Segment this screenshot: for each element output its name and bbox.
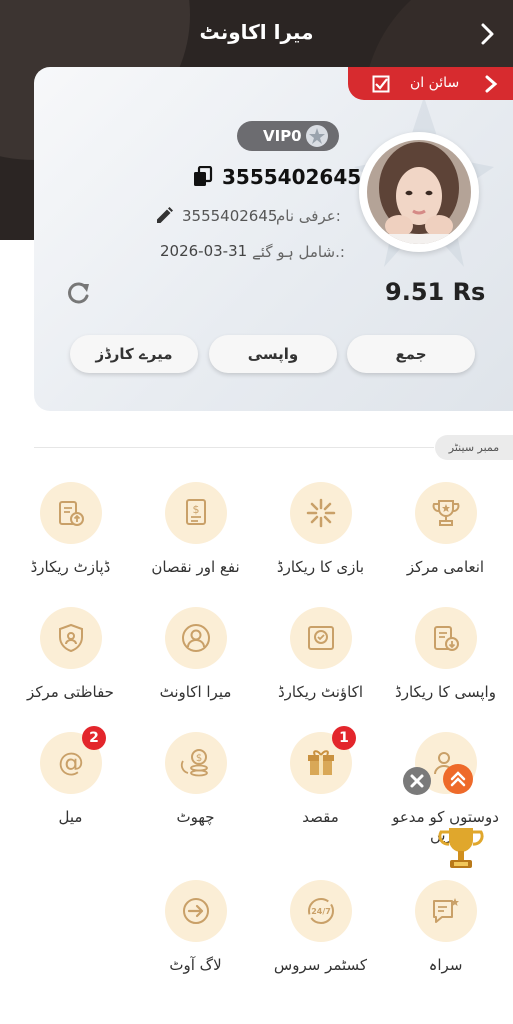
withdraw-record-icon	[434, 626, 459, 651]
grid-item-deposit-record[interactable]: ڈپازٹ ریکارڈ	[8, 482, 133, 592]
svg-text:@: @	[58, 748, 84, 778]
joined-date: 2026-03-31	[160, 242, 248, 260]
grid-item-label: انعامی مرکز	[406, 558, 485, 576]
close-icon	[410, 774, 424, 788]
svg-text:$: $	[193, 503, 200, 516]
grid-item-label: میل	[58, 808, 83, 826]
grid-item-logout[interactable]: لاگ آوٹ	[133, 880, 258, 990]
double-chevron-up-icon	[450, 771, 466, 787]
grid-item-label: کسٹمر سروس	[273, 956, 368, 974]
grid-item-rewards-center[interactable]: انعامی مرکز	[383, 482, 508, 592]
copy-icon[interactable]	[192, 166, 214, 188]
vip-badge[interactable]: VIP0	[237, 121, 339, 151]
gift-icon	[308, 750, 334, 775]
svg-text:$: $	[196, 753, 202, 764]
grid-item-label: سراہ	[428, 956, 463, 974]
coins-icon: $	[180, 749, 208, 777]
scroll-up-button[interactable]	[443, 764, 473, 794]
grid-item-my-account[interactable]: میرا اکاونٹ	[133, 607, 258, 717]
account-record-icon	[308, 626, 334, 650]
mail-icon: @	[58, 748, 84, 778]
close-floating-button[interactable]	[403, 767, 431, 795]
grid-item-feedback[interactable]: سراہ	[383, 880, 508, 990]
grid-item-mail[interactable]: @ 2 میل	[8, 726, 133, 842]
vip-level: VIP0	[263, 127, 302, 145]
grid-item-label: ڈپازٹ ریکارڈ	[30, 558, 111, 576]
support-icon: 24/7	[308, 898, 334, 924]
avatar[interactable]	[359, 132, 479, 252]
grid-item-label: واپسی کا ریکارڈ	[395, 683, 496, 701]
grid-item-label: لاگ آوٹ	[169, 956, 222, 974]
medal-icon	[306, 125, 328, 147]
logout-icon	[183, 898, 209, 924]
avatar-photo	[367, 140, 471, 244]
floating-trophy-icon[interactable]	[437, 824, 485, 874]
grid-item-label: چھوٹ	[176, 808, 215, 826]
grid-item-label: میرا اکاونٹ	[159, 683, 232, 701]
withdraw-button[interactable]: واپسی	[209, 335, 337, 373]
nickname-value: 3555402645	[182, 207, 278, 225]
deposit-button[interactable]: جمع	[347, 335, 475, 373]
grid-item-label: اکاؤنٹ ریکارڈ	[278, 683, 363, 701]
user-id: 3555402645	[222, 165, 362, 189]
grid-item-goal[interactable]: 1 مقصد	[258, 726, 383, 842]
game-record-icon	[306, 498, 336, 528]
grid-item-game-record[interactable]: بازی کا ریکارڈ	[258, 482, 383, 592]
my-cards-button[interactable]: میرے کارڈز	[70, 335, 198, 373]
member-center-label: ممبر سینٹر	[435, 435, 513, 460]
grid-item-withdraw-record[interactable]: واپسی کا ریکارڈ	[383, 607, 508, 717]
profit-loss-icon: $	[186, 499, 206, 525]
joined-label: شامل ہو گئے.:	[252, 243, 345, 261]
trophy-icon	[432, 500, 460, 526]
grid-item-label: مقصد	[302, 808, 339, 826]
divider	[34, 447, 434, 448]
signin-button[interactable]: سائن ان	[348, 67, 513, 100]
grid-item-label: نفع اور نقصان	[151, 558, 240, 576]
grid-item-label: حفاظتی مرکز	[27, 683, 114, 701]
signin-label: سائن ان	[410, 75, 460, 91]
nickname-label: عرفی نام:	[276, 207, 341, 225]
grid-item-label: بازی کا ریکارڈ	[276, 558, 365, 576]
chevron-right-icon[interactable]	[473, 20, 501, 48]
grid-item-rebate[interactable]: $ چھوٹ	[133, 732, 258, 842]
chevron-right-icon	[485, 75, 498, 93]
grid-item-account-record[interactable]: اکاؤنٹ ریکارڈ	[258, 607, 383, 717]
checkbox-icon	[372, 75, 390, 93]
page-title: میرا اکاونٹ	[199, 20, 314, 44]
grid-item-customer-service[interactable]: 24/7 کسٹمر سروس	[258, 880, 383, 990]
notification-badge: 1	[332, 726, 356, 750]
refresh-icon[interactable]	[66, 280, 92, 306]
grid-item-security-center[interactable]: حفاظتی مرکز	[8, 607, 133, 717]
edit-icon[interactable]	[154, 206, 174, 226]
deposit-record-icon	[59, 501, 84, 526]
feedback-icon	[433, 898, 459, 923]
notification-badge: 2	[82, 726, 106, 750]
balance-amount: 9.51 Rs	[385, 278, 486, 306]
user-icon	[182, 624, 210, 652]
shield-icon	[59, 623, 83, 653]
svg-text:24/7: 24/7	[311, 907, 331, 916]
grid-item-profit-loss[interactable]: $ نفع اور نقصان	[133, 482, 258, 592]
